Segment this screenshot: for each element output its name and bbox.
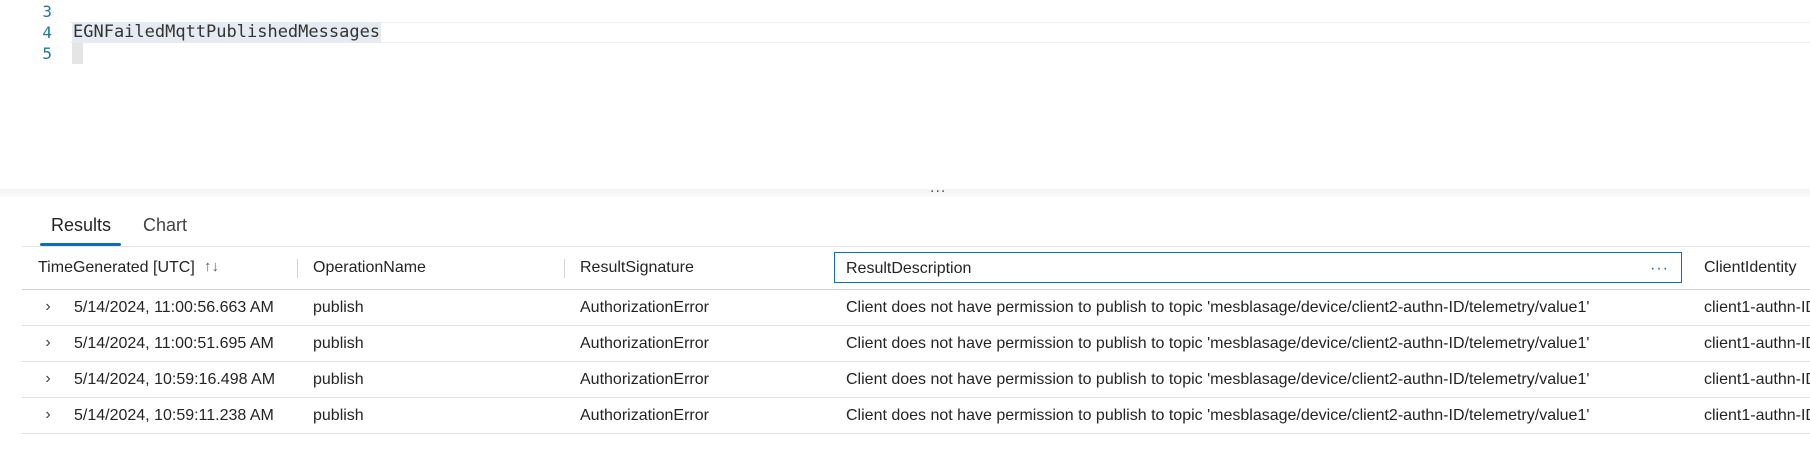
column-divider[interactable] [297,259,298,278]
cell-clientidentity: client1-authn-ID [1704,407,1810,424]
sort-icon[interactable]: ↑↓ [204,258,219,275]
line-number: 5 [42,44,52,63]
code-text[interactable]: EGNFailedMqttPublishedMessages [72,22,382,43]
cell-operationname: publish [313,335,364,352]
cell-operationname: publish [313,371,364,388]
cell-operationname: publish [313,407,364,424]
cell-clientidentity: client1-authn-ID [1704,371,1810,388]
query-editor[interactable]: 3 4 EGNFailedMqttPublishedMessages 5 [0,0,1810,190]
cell-resultsignature: AuthorizationError [580,407,709,424]
table-row[interactable]: › 5/14/2024, 10:59:16.498 AM publish Aut… [22,362,1810,398]
column-divider[interactable] [564,259,565,278]
cell-timegenerated: 5/14/2024, 10:59:11.238 AM [74,407,274,424]
editor-line-5[interactable]: 5 [0,43,1810,64]
line-number: 4 [42,23,52,42]
cell-resultdescription: Client does not have permission to publi… [846,335,1590,352]
chevron-right-icon[interactable]: › [40,326,56,361]
cell-resultsignature: AuthorizationError [580,299,709,316]
column-header-operationname[interactable]: OperationName [313,247,426,289]
cell-clientidentity: client1-authn-ID [1704,299,1810,316]
table-row[interactable]: › 5/14/2024, 10:59:11.238 AM publish Aut… [22,398,1810,434]
column-header-resultdescription[interactable]: ResultDescription ··· [834,252,1682,283]
cell-timegenerated: 5/14/2024, 11:00:56.663 AM [74,299,274,316]
column-header-timegenerated[interactable]: TimeGenerated [UTC] [38,247,195,289]
cell-timegenerated: 5/14/2024, 10:59:16.498 AM [74,371,276,388]
table-header: TimeGenerated [UTC] ↑↓ OperationName Res… [22,247,1810,290]
more-options-icon[interactable]: ··· [1650,253,1669,284]
cell-resultdescription: Client does not have permission to publi… [846,299,1590,316]
splitter-handle-icon[interactable]: ... [930,180,946,196]
column-header-label: ResultDescription [846,260,972,277]
cursor-selection [72,43,83,64]
tab-chart[interactable]: Chart [143,210,187,240]
pane-splitter[interactable] [0,189,1810,197]
cell-operationname: publish [313,299,364,316]
line-number: 3 [42,2,52,21]
chevron-right-icon[interactable]: › [40,290,56,325]
cell-resultsignature: AuthorizationError [580,371,709,388]
column-header-resultsignature[interactable]: ResultSignature [580,247,694,289]
results-table: TimeGenerated [UTC] ↑↓ OperationName Res… [22,247,1810,434]
cell-resultdescription: Client does not have permission to publi… [846,407,1590,424]
cell-resultdescription: Client does not have permission to publi… [846,371,1590,388]
editor-line-4[interactable]: 4 EGNFailedMqttPublishedMessages [0,22,1810,43]
cell-clientidentity: client1-authn-ID [1704,335,1810,352]
table-row[interactable]: › 5/14/2024, 11:00:51.695 AM publish Aut… [22,326,1810,362]
column-header-clientidentity[interactable]: ClientIdentity [1704,247,1810,289]
cell-resultsignature: AuthorizationError [580,335,709,352]
editor-line-3[interactable]: 3 [0,1,1810,22]
tab-results[interactable]: Results [51,210,111,240]
table-row[interactable]: › 5/14/2024, 11:00:56.663 AM publish Aut… [22,290,1810,326]
chevron-right-icon[interactable]: › [40,362,56,397]
cell-timegenerated: 5/14/2024, 11:00:51.695 AM [74,335,274,352]
chevron-right-icon[interactable]: › [40,398,56,433]
